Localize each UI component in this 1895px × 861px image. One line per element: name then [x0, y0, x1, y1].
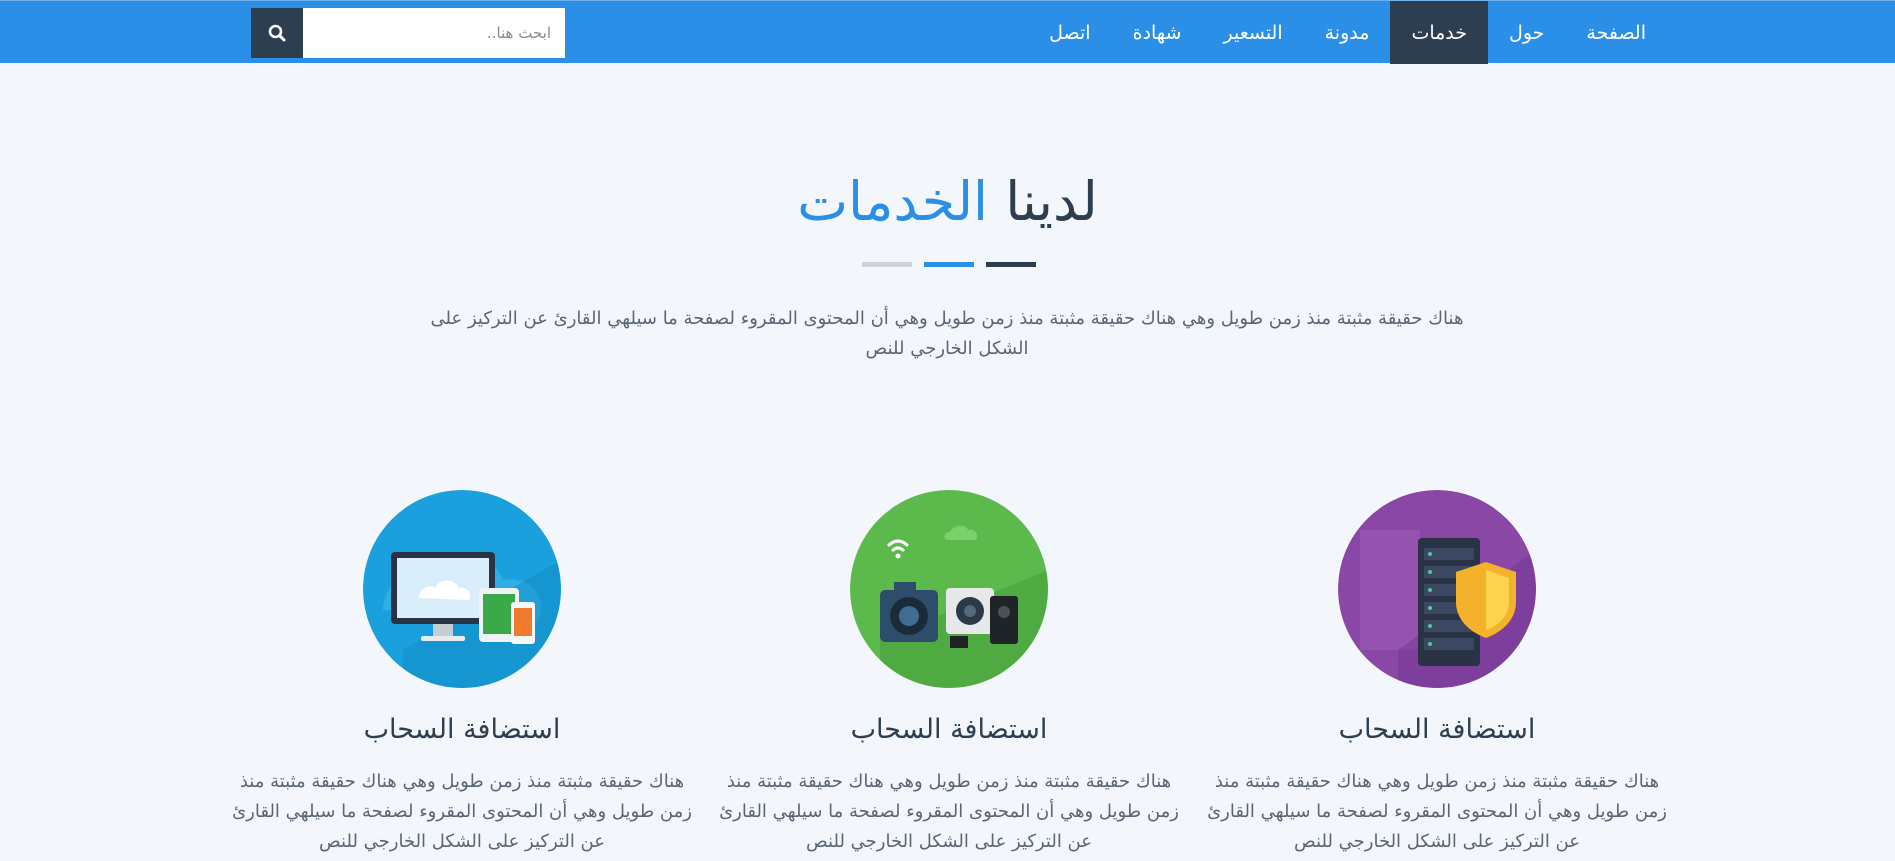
- search-button[interactable]: [251, 8, 303, 58]
- nav-item-pricing[interactable]: التسعير: [1202, 1, 1303, 64]
- service-card-text: هناك حقيقة مثبتة منذ زمن طويل وهي هناك ح…: [232, 771, 692, 852]
- navbar: الصفحة حول خدمات مدونة التسعير شهادة اتص…: [0, 0, 1895, 64]
- service-card: استضافة السحاب هناك حقيقة مثبتة منذ زمن …: [232, 490, 692, 857]
- divider-segment: [924, 262, 974, 267]
- service-card-text: هناك حقيقة مثبتة منذ زمن طويل وهي هناك ح…: [1207, 771, 1667, 852]
- search-icon: [268, 24, 286, 42]
- section-title-highlight: الخدمات: [797, 170, 989, 233]
- service-card-title: استضافة السحاب: [363, 714, 561, 745]
- nav-item-testimonials[interactable]: شهادة: [1112, 1, 1203, 64]
- divider-segment: [862, 262, 912, 267]
- nav-item-home[interactable]: الصفحة: [1565, 1, 1667, 64]
- nav-item-about[interactable]: حول: [1488, 1, 1565, 64]
- service-card: استضافة السحاب هناك حقيقة مثبتة منذ زمن …: [1207, 490, 1667, 857]
- section-title-main: لدينا: [1005, 170, 1098, 233]
- camera-devices-icon: [850, 490, 1048, 688]
- server-shield-icon: [1338, 490, 1536, 688]
- title-divider: [862, 262, 1036, 267]
- nav-menu: الصفحة حول خدمات مدونة التسعير شهادة اتص…: [1028, 1, 1667, 64]
- divider-segment: [986, 262, 1036, 267]
- search-form: [251, 8, 565, 58]
- nav-item-blog[interactable]: مدونة: [1304, 1, 1391, 64]
- section-description: هناك حقيقة مثبتة منذ زمن طويل وهي هناك ح…: [430, 308, 1464, 359]
- nav-item-contact[interactable]: اتصل: [1028, 1, 1111, 64]
- service-card-text: هناك حقيقة مثبتة منذ زمن طويل وهي هناك ح…: [719, 771, 1179, 852]
- search-input[interactable]: [303, 8, 565, 58]
- cloud-devices-icon: [363, 490, 561, 688]
- service-card: استضافة السحاب هناك حقيقة مثبتة منذ زمن …: [719, 490, 1179, 857]
- section-title: لدينا الخدمات: [0, 170, 1895, 233]
- nav-item-services[interactable]: خدمات: [1390, 1, 1489, 64]
- service-card-title: استضافة السحاب: [850, 714, 1048, 745]
- service-card-title: استضافة السحاب: [1338, 714, 1536, 745]
